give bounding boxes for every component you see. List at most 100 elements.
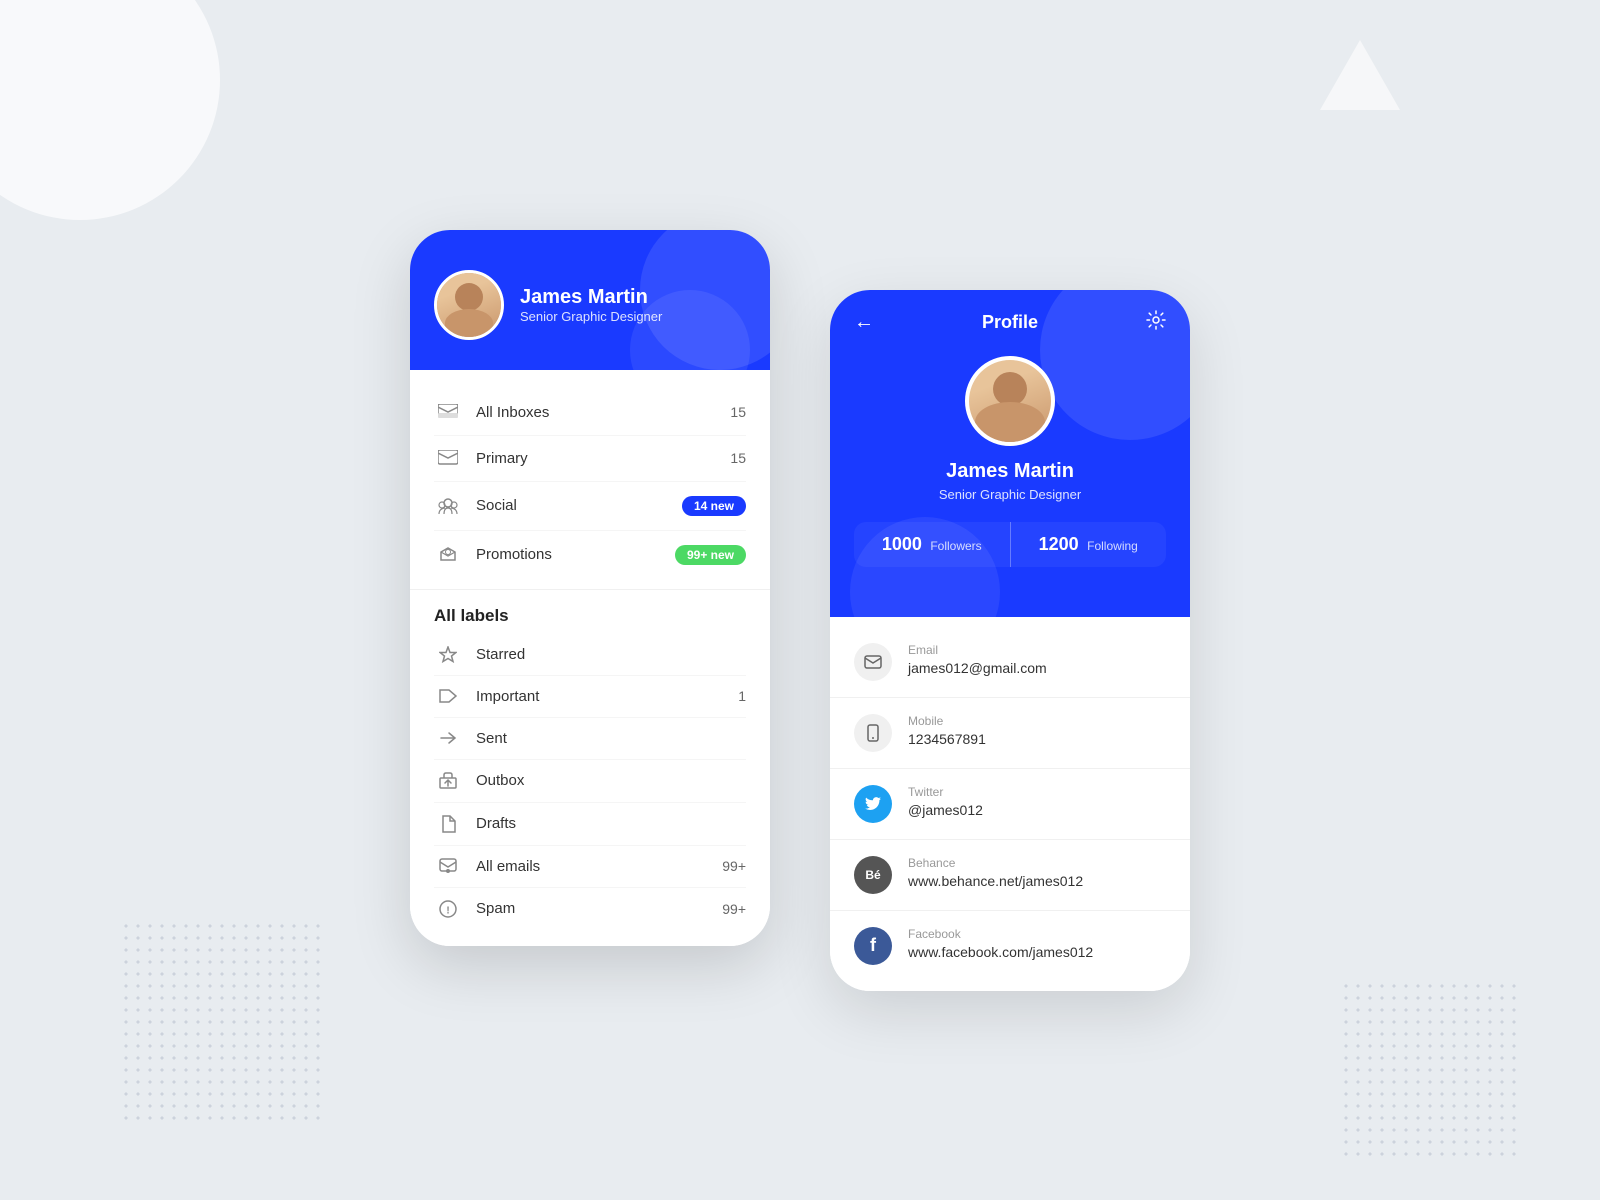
avatar — [434, 270, 504, 340]
email-phone-body: All Inboxes 15 Primary 15 — [410, 370, 770, 946]
starred-label: Starred — [476, 646, 746, 663]
primary-label: Primary — [476, 450, 730, 467]
social-icon — [434, 497, 462, 515]
email-phone: James Martin Senior Graphic Designer — [410, 230, 770, 946]
facebook-info: Facebook www.facebook.com/james012 — [908, 927, 1093, 960]
all-inboxes-label: All Inboxes — [476, 404, 730, 421]
avatar-face — [437, 273, 501, 337]
stats-row: 1000 Followers 1200 Following — [854, 522, 1166, 567]
all-emails-count: 99+ — [722, 858, 746, 874]
following-label: Following — [1087, 539, 1138, 553]
twitter-info: Twitter @james012 — [908, 785, 983, 818]
spam-count: 99+ — [722, 901, 746, 917]
sent-item[interactable]: Sent — [434, 718, 746, 760]
social-item[interactable]: Social 14 new — [434, 482, 746, 531]
svg-text:!: ! — [446, 905, 449, 916]
all-emails-icon — [434, 858, 462, 874]
email-label: Email — [908, 643, 1047, 657]
behance-contact: Bé Behance www.behance.net/james012 — [830, 840, 1190, 911]
profile-name: James Martin — [520, 286, 662, 309]
sent-label: Sent — [476, 730, 746, 747]
sent-icon — [434, 730, 462, 746]
primary-count: 15 — [730, 450, 746, 466]
profile-avatar — [965, 356, 1055, 446]
mobile-value: 1234567891 — [908, 731, 986, 747]
email-profile-row: James Martin Senior Graphic Designer — [434, 270, 746, 340]
email-icon — [854, 643, 892, 681]
spam-label: Spam — [476, 900, 722, 917]
profile-role: Senior Graphic Designer — [520, 309, 662, 324]
profile-phone-header: ← Profile James Martin Senior Graphic De… — [830, 290, 1190, 617]
primary-icon — [434, 450, 462, 466]
back-button[interactable]: ← — [854, 311, 874, 334]
profile-full-name: James Martin — [946, 460, 1074, 483]
email-info: Email james012@gmail.com — [908, 643, 1047, 676]
following-stat: 1200 Following — [1011, 522, 1167, 567]
all-emails-item[interactable]: All emails 99+ — [434, 846, 746, 888]
followers-label: Followers — [930, 539, 981, 553]
inbox-section: All Inboxes 15 Primary 15 — [410, 370, 770, 590]
labels-title: All labels — [434, 606, 746, 626]
profile-info: James Martin Senior Graphic Designer — [520, 286, 662, 324]
behance-info: Behance www.behance.net/james012 — [908, 856, 1083, 889]
labels-section: All labels Starred — [410, 590, 770, 946]
facebook-icon: f — [854, 927, 892, 965]
twitter-icon — [854, 785, 892, 823]
all-inboxes-item[interactable]: All Inboxes 15 — [434, 390, 746, 436]
bg-decoration-dots-right — [1340, 980, 1520, 1160]
facebook-label: Facebook — [908, 927, 1093, 941]
drafts-label: Drafts — [476, 815, 746, 832]
twitter-contact: Twitter @james012 — [830, 769, 1190, 840]
email-contact: Email james012@gmail.com — [830, 627, 1190, 698]
outbox-icon — [434, 772, 462, 790]
star-icon — [434, 646, 462, 663]
profile-occupation: Senior Graphic Designer — [939, 487, 1081, 502]
social-label: Social — [476, 497, 682, 514]
important-item[interactable]: Important 1 — [434, 676, 746, 718]
inbox-icon — [434, 404, 462, 420]
behance-icon: Bé — [854, 856, 892, 894]
behance-label: Behance — [908, 856, 1083, 870]
profile-nav-title: Profile — [982, 312, 1038, 333]
bg-decoration-circle — [0, 0, 220, 220]
starred-item[interactable]: Starred — [434, 634, 746, 676]
following-count: 1200 — [1039, 534, 1079, 554]
spam-item[interactable]: ! Spam 99+ — [434, 888, 746, 930]
promotions-badge: 99+ new — [675, 545, 746, 565]
settings-button[interactable] — [1146, 310, 1166, 336]
drafts-item[interactable]: Drafts — [434, 803, 746, 846]
drafts-icon — [434, 815, 462, 833]
facebook-value: www.facebook.com/james012 — [908, 944, 1093, 960]
profile-nav: ← Profile — [854, 310, 1166, 336]
social-badge: 14 new — [682, 496, 746, 516]
facebook-contact: f Facebook www.facebook.com/james012 — [830, 911, 1190, 981]
phones-container: James Martin Senior Graphic Designer — [410, 230, 1190, 991]
outbox-item[interactable]: Outbox — [434, 760, 746, 803]
mobile-icon — [854, 714, 892, 752]
followers-count: 1000 — [882, 534, 922, 554]
email-phone-header: James Martin Senior Graphic Designer — [410, 230, 770, 370]
mobile-info: Mobile 1234567891 — [908, 714, 986, 747]
important-count: 1 — [738, 688, 746, 704]
mobile-label: Mobile — [908, 714, 986, 728]
bg-decoration-dots-left — [120, 920, 320, 1120]
promotions-item[interactable]: Promotions 99+ new — [434, 531, 746, 579]
twitter-value: @james012 — [908, 802, 983, 818]
promotions-icon — [434, 546, 462, 564]
profile-phone: ← Profile James Martin Senior Graphic De… — [830, 290, 1190, 991]
primary-item[interactable]: Primary 15 — [434, 436, 746, 482]
spam-icon: ! — [434, 900, 462, 918]
twitter-label: Twitter — [908, 785, 983, 799]
all-emails-label: All emails — [476, 858, 722, 875]
outbox-label: Outbox — [476, 772, 746, 789]
mobile-contact: Mobile 1234567891 — [830, 698, 1190, 769]
email-value: james012@gmail.com — [908, 660, 1047, 676]
important-label: Important — [476, 688, 738, 705]
all-inboxes-count: 15 — [730, 404, 746, 420]
followers-stat: 1000 Followers — [854, 522, 1011, 567]
profile-phone-body: Email james012@gmail.com Mobile 12345678… — [830, 617, 1190, 991]
promotions-label: Promotions — [476, 546, 675, 563]
bg-decoration-triangle — [1320, 40, 1400, 110]
profile-card: James Martin Senior Graphic Designer 100… — [854, 356, 1166, 567]
behance-value: www.behance.net/james012 — [908, 873, 1083, 889]
